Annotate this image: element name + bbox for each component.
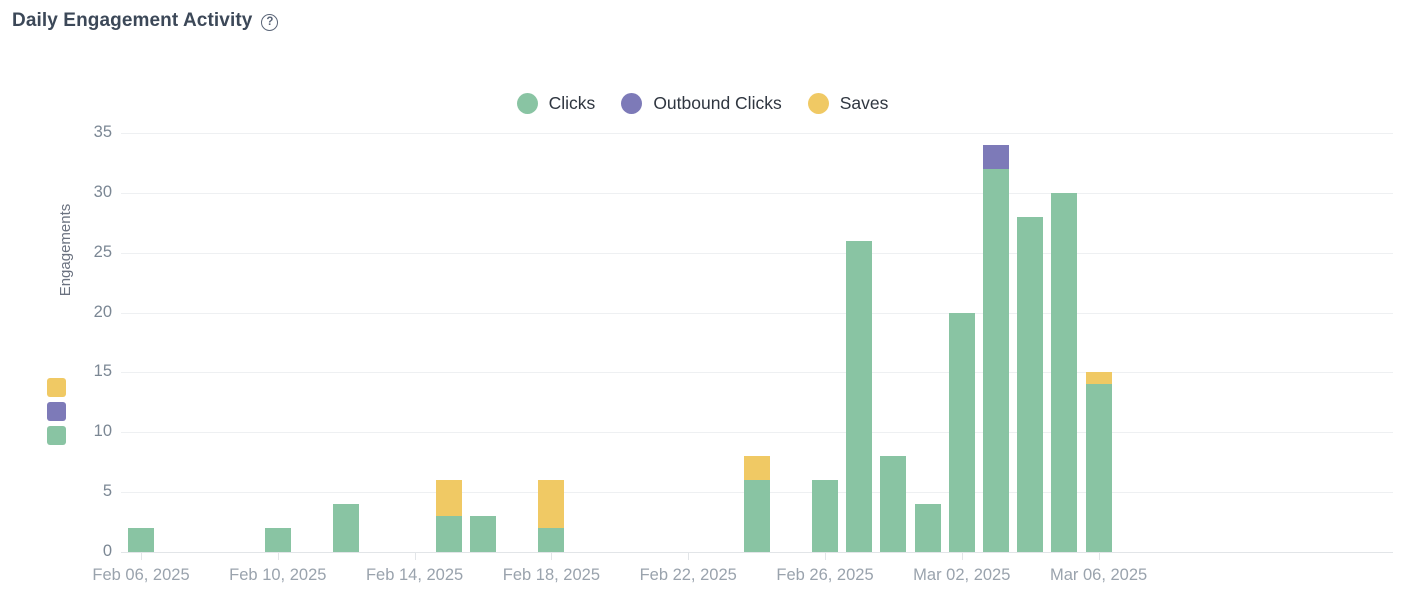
series-color-swatches — [47, 378, 66, 445]
x-axis-tick-mark — [551, 553, 553, 560]
bar-segment-clicks[interactable] — [333, 504, 360, 552]
y-axis-tick-label: 25 — [93, 242, 112, 261]
bar-segment-clicks[interactable] — [1051, 192, 1078, 552]
bar-segment-clicks[interactable] — [846, 240, 873, 552]
gridline — [121, 133, 1393, 134]
x-axis-tick-label: Feb 06, 2025 — [92, 566, 190, 584]
bar-stack[interactable] — [264, 528, 291, 552]
x-axis-line — [121, 552, 1393, 553]
bar-stack[interactable] — [1051, 192, 1078, 552]
outbound-clicks-swatch[interactable] — [47, 402, 66, 421]
x-axis-tick-mark — [277, 553, 279, 560]
bar-stack[interactable] — [435, 480, 462, 552]
bar-stack[interactable] — [812, 480, 838, 552]
saves-swatch[interactable] — [47, 378, 66, 397]
x-axis-tick-label: Mar 06, 2025 — [1049, 566, 1148, 584]
bar-stack[interactable] — [948, 312, 975, 552]
x-axis-tick-mark — [688, 553, 690, 560]
bar-stack[interactable] — [914, 504, 941, 552]
y-axis-tick-label: 30 — [93, 182, 112, 201]
y-axis-tick-label: 10 — [93, 422, 112, 441]
bar-stack[interactable] — [846, 240, 873, 552]
x-axis-tick-mark — [825, 553, 826, 560]
bar-stack[interactable] — [1017, 216, 1044, 552]
bar-stack[interactable] — [743, 456, 770, 552]
x-axis-tick-label: Mar 02, 2025 — [913, 566, 1011, 584]
bar-segment-clicks[interactable] — [470, 516, 496, 552]
bar-segment-clicks[interactable] — [1017, 216, 1044, 552]
bar-segment-clicks[interactable] — [812, 480, 838, 552]
bar-stack[interactable] — [333, 504, 360, 552]
bar-segment-clicks[interactable] — [948, 312, 975, 552]
y-axis-tick-label: 20 — [93, 302, 112, 321]
bar-stack[interactable] — [128, 528, 154, 552]
bar-segment-clicks[interactable] — [914, 504, 941, 552]
y-axis-tick-label: 0 — [102, 542, 112, 560]
x-axis-tick-mark — [1098, 553, 1100, 560]
bar-segment-clicks[interactable] — [264, 528, 291, 552]
x-axis-tick-mark — [414, 553, 416, 560]
bar-segment-saves[interactable] — [1085, 372, 1112, 385]
bar-stack[interactable] — [983, 144, 1009, 552]
x-axis-tick-label: Feb 10, 2025 — [229, 566, 327, 584]
bar-segment-outbound-clicks[interactable] — [983, 144, 1009, 169]
gridline — [121, 252, 1393, 254]
bar-segment-saves[interactable] — [743, 456, 770, 481]
gridline — [121, 192, 1393, 194]
bar-stack[interactable] — [1085, 372, 1112, 552]
chart-plot-area: Engagements 0 5 10 15 20 25 30 35 Feb 06, 2025 Fe… — [0, 0, 1405, 606]
bar-stack[interactable] — [880, 456, 907, 552]
bar-segment-clicks[interactable] — [1085, 384, 1112, 552]
bar-segment-clicks[interactable] — [435, 516, 462, 552]
clicks-swatch[interactable] — [47, 426, 66, 445]
x-axis-tick-label: Feb 26, 2025 — [776, 566, 874, 584]
x-axis-tick-label: Feb 14, 2025 — [365, 566, 464, 584]
x-axis-tick-mark — [141, 553, 142, 560]
bar-segment-clicks[interactable] — [538, 528, 565, 552]
bar-segment-clicks[interactable] — [880, 456, 907, 552]
y-axis-tick-label: 5 — [102, 482, 112, 501]
gridline — [121, 372, 1393, 374]
bar-stack[interactable] — [538, 480, 565, 552]
x-axis-tick-label: Feb 18, 2025 — [502, 566, 601, 584]
bar-segment-clicks[interactable] — [128, 528, 154, 552]
bar-segment-clicks[interactable] — [983, 168, 1009, 552]
x-axis-tick-mark — [961, 553, 963, 560]
gridline — [121, 312, 1393, 314]
bar-segment-clicks[interactable] — [743, 480, 770, 552]
y-axis-tick-label: 15 — [93, 362, 112, 381]
bar-segment-saves[interactable] — [435, 480, 462, 517]
y-axis-tick-label: 35 — [93, 123, 112, 141]
bar-stack[interactable] — [470, 516, 496, 552]
gridline — [121, 432, 1393, 434]
bar-segment-saves[interactable] — [538, 480, 565, 529]
x-axis-tick-label: Feb 22, 2025 — [639, 566, 737, 584]
